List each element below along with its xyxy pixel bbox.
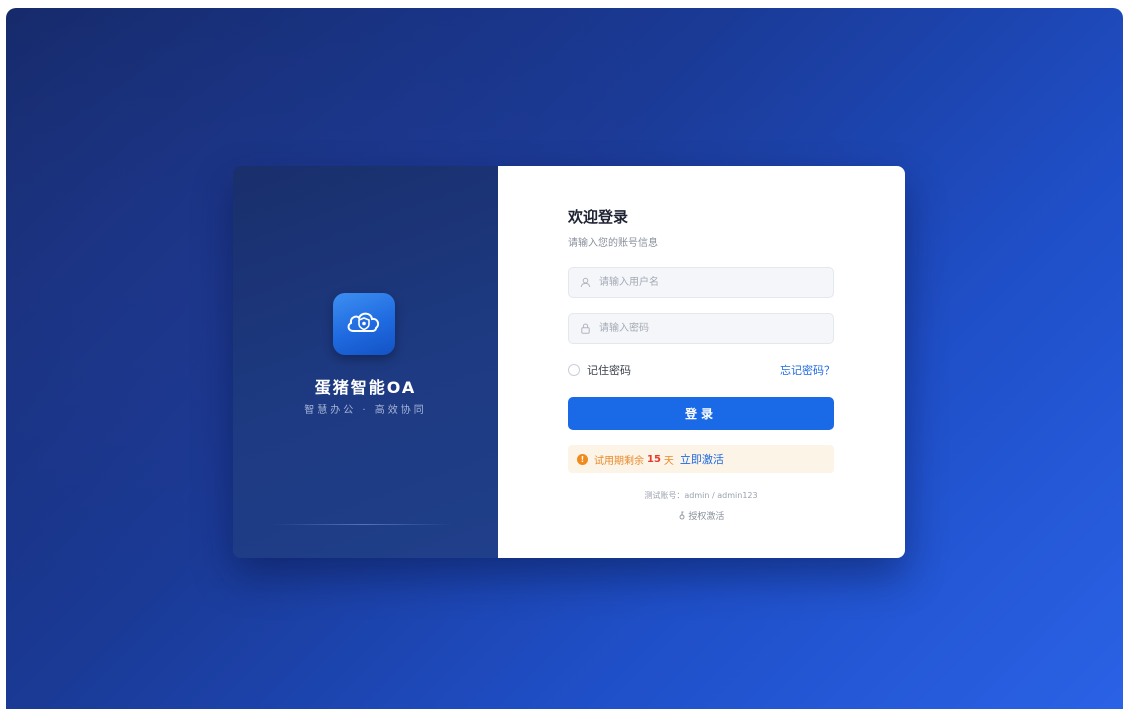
username-field[interactable]	[568, 267, 834, 298]
remember-label: 记住密码	[587, 364, 631, 377]
trial-suffix: 天	[663, 455, 674, 467]
test-account-hint: 测试账号：admin / admin123	[644, 491, 758, 500]
page-subtitle: 请输入您的账号信息	[568, 238, 658, 249]
brand-panel: 蛋猪智能OA 智慧办公 · 高效协同	[233, 166, 498, 558]
trial-days: 15	[647, 453, 661, 465]
login-button[interactable]: 登录	[568, 397, 834, 430]
divider	[273, 524, 453, 525]
username-input[interactable]	[597, 276, 821, 289]
license-label: 授权激活	[688, 512, 725, 522]
remember-password-toggle[interactable]: 记住密码	[568, 362, 631, 378]
user-icon	[579, 277, 591, 289]
brand-tagline: 智慧办公 · 高效协同	[304, 405, 427, 416]
page-title: 欢迎登录	[568, 208, 629, 226]
app-logo	[333, 293, 395, 355]
lock-icon	[579, 323, 591, 335]
login-card: 蛋猪智能OA 智慧办公 · 高效协同 欢迎登录 请输入您的账号信息 请输入用户名…	[233, 166, 905, 558]
license-activation-link[interactable]: 授权激活	[568, 509, 834, 522]
password-field[interactable]	[568, 313, 834, 344]
warning-icon: !	[577, 453, 588, 465]
activate-now-link[interactable]: 立即激活	[680, 451, 724, 467]
cloud-shield-icon	[345, 307, 383, 341]
remember-radio[interactable]	[568, 364, 580, 376]
forgot-password-link[interactable]: 忘记密码？	[780, 362, 835, 378]
brand-name: 蛋猪智能OA	[314, 378, 417, 397]
password-input[interactable]	[597, 322, 821, 335]
login-form-panel: 欢迎登录 请输入您的账号信息 请输入用户名 记住密码 忘记密码？ 登录 ! 试用…	[498, 166, 905, 558]
login-background: 蛋猪智能OA 智慧办公 · 高效协同 欢迎登录 请输入您的账号信息 请输入用户名…	[6, 8, 1123, 709]
trial-notice: ! 试用期剩余 15 天 立即激活	[568, 445, 834, 473]
key-icon	[678, 511, 689, 522]
trial-prefix: 试用期剩余	[594, 455, 644, 467]
